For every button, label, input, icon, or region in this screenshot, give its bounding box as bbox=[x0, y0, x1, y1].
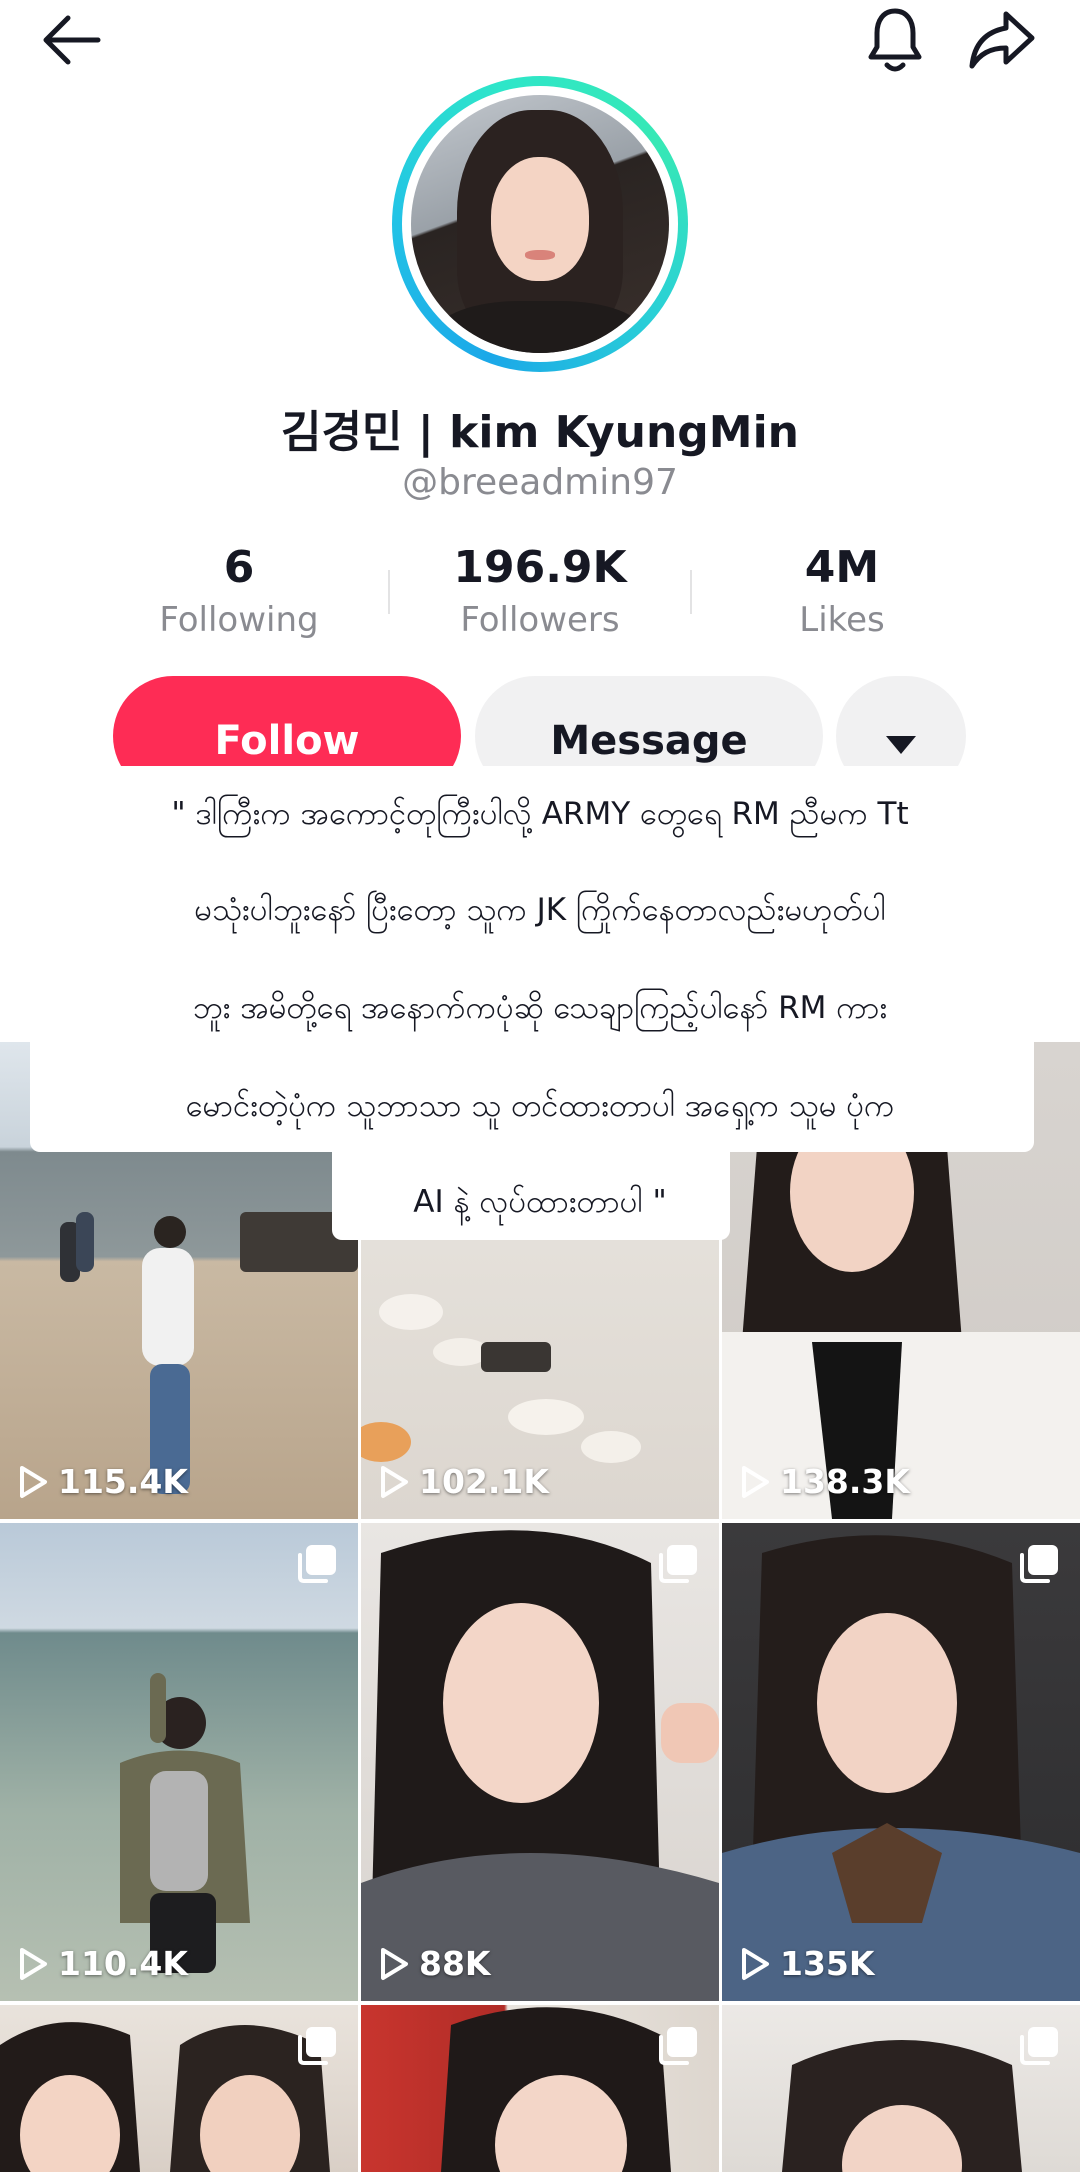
following-count: 6 bbox=[223, 542, 255, 593]
view-count-label: 135K bbox=[780, 1944, 875, 1983]
top-bar bbox=[0, 0, 1080, 80]
play-icon bbox=[742, 1947, 769, 1980]
portrait-scene bbox=[722, 1057, 1080, 1519]
view-count: 135K bbox=[740, 1944, 874, 1983]
play-icon bbox=[381, 1947, 408, 1980]
video-tile[interactable]: 110.4K bbox=[0, 1523, 358, 2001]
multi-photo-icon bbox=[1018, 2025, 1060, 2071]
view-count: 115.4K bbox=[18, 1462, 188, 1501]
play-icon bbox=[742, 1465, 769, 1498]
bio-line: " ဒါကြီးက အကောင့်တုကြီးပါလို့ ARMY တွေရေ… bbox=[171, 796, 909, 832]
play-icon bbox=[20, 1465, 47, 1498]
stat-likes: 4M Likes bbox=[712, 540, 972, 644]
table-scene bbox=[361, 1294, 641, 1463]
video-tile[interactable]: 102.1K bbox=[361, 1042, 719, 1519]
profile-stats: 6 Following 196.9K Followers 4M Likes bbox=[0, 540, 1080, 650]
avatar bbox=[411, 95, 669, 353]
multi-photo-icon bbox=[296, 1543, 338, 1589]
stat-divider bbox=[690, 570, 692, 614]
triangle-down-icon bbox=[886, 736, 916, 754]
multi-photo-icon bbox=[1018, 1543, 1060, 1589]
view-count-label: 115.4K bbox=[58, 1462, 188, 1501]
view-count-label: 110.4K bbox=[58, 1944, 188, 1983]
stat-divider bbox=[388, 570, 390, 614]
likes-count: 4M bbox=[804, 542, 880, 593]
video-tile[interactable] bbox=[0, 2005, 358, 2172]
following-label: Following bbox=[159, 600, 319, 640]
likes-label: Likes bbox=[799, 600, 885, 640]
stat-following[interactable]: 6 Following bbox=[109, 540, 369, 644]
followers-count: 196.9K bbox=[453, 542, 627, 593]
bio-line: မသုံးပါဘူးနော် ပြီးတော့ သူက JK ကြိုက်နေတ… bbox=[194, 892, 886, 928]
multi-photo-icon bbox=[296, 2025, 338, 2071]
play-icon bbox=[381, 1465, 408, 1498]
username-handle: @breeadmin97 bbox=[402, 462, 678, 503]
display-name: 김경민 | kim KyungMin bbox=[281, 407, 799, 458]
share-arrow-icon bbox=[969, 11, 1035, 69]
share-button[interactable] bbox=[960, 0, 1044, 80]
person-silhouette bbox=[60, 1212, 358, 1494]
followers-label: Followers bbox=[460, 600, 620, 640]
view-count: 138.3K bbox=[740, 1462, 910, 1501]
video-tile[interactable] bbox=[361, 2005, 719, 2172]
portrait-scene bbox=[361, 1530, 719, 2001]
view-count-label: 138.3K bbox=[780, 1462, 910, 1501]
person-silhouette bbox=[120, 1673, 250, 1973]
multi-photo-icon bbox=[657, 1543, 699, 1589]
avatar-story-ring[interactable] bbox=[392, 76, 688, 372]
multi-photo-icon bbox=[657, 2025, 699, 2071]
video-grid: 115.4K 102.1K 138.3K 110.4K 88K 135K bbox=[0, 1042, 1080, 2172]
view-count: 88K bbox=[379, 1944, 491, 1983]
profile-actions: Follow Message bbox=[0, 676, 1080, 766]
video-tile[interactable]: 115.4K bbox=[0, 1042, 358, 1519]
view-count-label: 88K bbox=[419, 1944, 491, 1983]
more-options-button[interactable] bbox=[836, 676, 966, 766]
stat-followers[interactable]: 196.9K Followers bbox=[410, 540, 670, 644]
view-count: 110.4K bbox=[18, 1944, 188, 1983]
video-tile[interactable]: 138.3K bbox=[722, 1042, 1080, 1519]
video-tile[interactable]: 88K bbox=[361, 1523, 719, 2001]
bio-line: ဘူး အမိတို့ရေ အနောက်ကပုံဆို သေချာကြည့်ပါ… bbox=[192, 990, 888, 1026]
video-tile[interactable] bbox=[722, 2005, 1080, 2172]
arrow-left-icon bbox=[43, 15, 101, 65]
back-button[interactable] bbox=[30, 2, 110, 78]
view-count: 102.1K bbox=[379, 1462, 549, 1501]
notifications-button[interactable] bbox=[855, 0, 935, 80]
follow-button[interactable]: Follow bbox=[113, 676, 461, 766]
message-button[interactable]: Message bbox=[475, 676, 823, 766]
bell-icon bbox=[868, 8, 922, 72]
video-tile[interactable]: 135K bbox=[722, 1523, 1080, 2001]
portrait-scene bbox=[722, 1535, 1080, 2001]
view-count-label: 102.1K bbox=[419, 1462, 549, 1501]
play-icon bbox=[20, 1947, 47, 1980]
